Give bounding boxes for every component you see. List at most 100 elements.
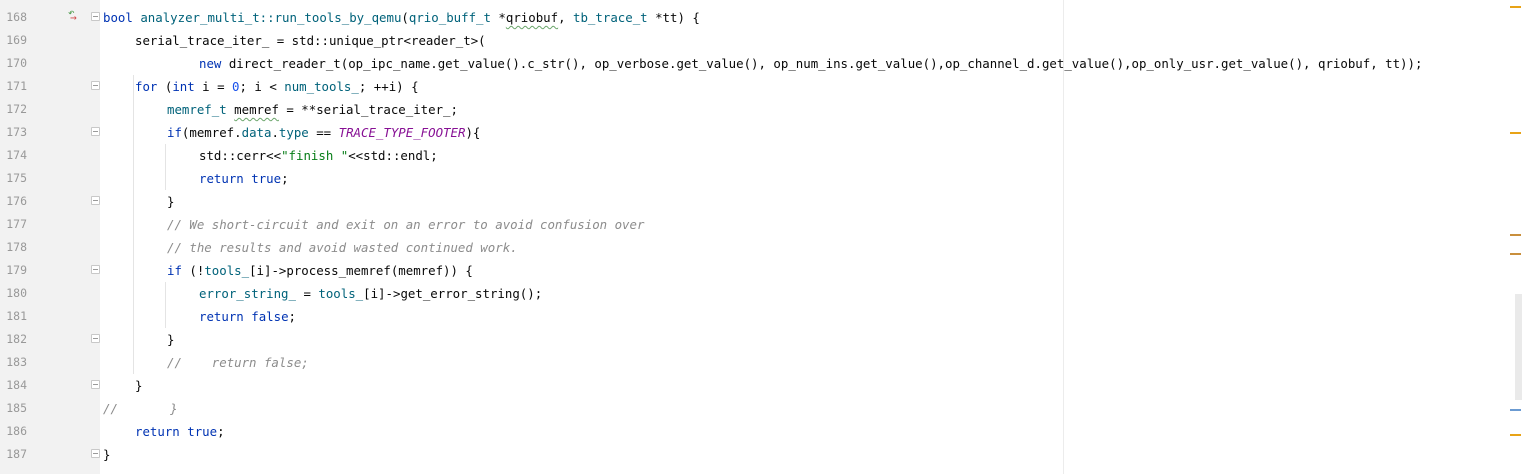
- indent-guide: [165, 144, 166, 190]
- line-number: 170: [6, 56, 27, 70]
- code-text: }: [135, 374, 142, 397]
- code-text: // the results and avoid wasted continue…: [167, 236, 518, 259]
- code-token: type: [278, 125, 309, 140]
- code-editor[interactable]: 168 ↶ → bool analyzer_multi_t::run_tools_by…: [0, 0, 1522, 474]
- line-number: 168: [6, 10, 27, 24]
- fold-toggle-icon[interactable]: [91, 127, 100, 136]
- code-line[interactable]: 172 memref_t memref = **serial_trace_iter…: [0, 98, 1522, 121]
- code-line[interactable]: 179 if (!tools_[i]->process_memref(memref…: [0, 259, 1522, 282]
- code-token: }: [135, 378, 143, 393]
- code-text: }: [167, 190, 174, 213]
- code-line[interactable]: 187}: [0, 443, 1522, 466]
- code-line[interactable]: 174 std::cerr<<"finish "<<std::endl;: [0, 144, 1522, 167]
- code-token: bool: [103, 10, 133, 25]
- code-token: ;: [281, 171, 289, 186]
- code-token: TRACE_TYPE_FOOTER: [338, 125, 466, 140]
- line-number: 186: [6, 424, 27, 438]
- line-number: 177: [6, 217, 27, 231]
- fold-toggle-icon[interactable]: [91, 334, 100, 343]
- code-text: error_string_ = tools_[i]->get_error_str…: [199, 282, 542, 305]
- code-token: for: [135, 79, 158, 94]
- code-line[interactable]: 185 // }: [0, 397, 1522, 420]
- line-number: 172: [6, 102, 27, 116]
- code-token: return: [135, 424, 180, 439]
- code-text: return false;: [199, 305, 296, 328]
- code-token: if: [167, 263, 182, 278]
- fold-toggle-icon[interactable]: [91, 81, 100, 90]
- code-token: data: [241, 125, 272, 140]
- fold-toggle-icon[interactable]: [91, 265, 100, 274]
- code-token: <<std::endl;: [348, 148, 438, 163]
- code-token: ){: [465, 125, 481, 140]
- code-line[interactable]: 186 return true;: [0, 420, 1522, 443]
- fold-toggle-icon[interactable]: [91, 12, 100, 21]
- code-text: return true;: [135, 420, 225, 443]
- code-token: = **serial_trace_iter_;: [278, 102, 458, 117]
- line-number: 178: [6, 240, 27, 254]
- code-line[interactable]: 183 // return false;: [0, 351, 1522, 374]
- code-token: (: [401, 10, 409, 25]
- code-token: tb_trace_t: [573, 10, 648, 25]
- code-token: // }: [103, 401, 178, 416]
- code-text: for (int i = 0; i < num_tools_; ++i) {: [135, 75, 419, 98]
- fold-toggle-icon[interactable]: [91, 196, 100, 205]
- code-token: new: [199, 56, 222, 71]
- code-token: memref_t: [167, 102, 227, 117]
- fold-toggle-icon[interactable]: [91, 380, 100, 389]
- scrollbar-marker[interactable]: [1510, 132, 1521, 134]
- line-number: 182: [6, 332, 27, 346]
- code-line[interactable]: 184}: [0, 374, 1522, 397]
- indent-guide: [165, 282, 166, 328]
- code-token: ;: [288, 309, 297, 324]
- code-line[interactable]: 170 new direct_reader_t(op_ipc_name.get_v…: [0, 52, 1522, 75]
- code-text: }: [103, 443, 110, 466]
- line-number: 180: [6, 286, 27, 300]
- code-line[interactable]: 181 return false;: [0, 305, 1522, 328]
- line-number: 185: [6, 401, 27, 415]
- scrollbar-thumb[interactable]: [1515, 294, 1522, 400]
- code-token: *: [490, 10, 506, 25]
- scrollbar-marker[interactable]: [1510, 409, 1521, 411]
- code-text: return true;: [199, 167, 289, 190]
- code-token: ==: [308, 125, 339, 140]
- code-line[interactable]: 168 ↶ → bool analyzer_multi_t::run_tools_by…: [0, 6, 1522, 29]
- code-token: qriobuf: [505, 10, 559, 25]
- code-line[interactable]: 182}: [0, 328, 1522, 351]
- code-token: i =: [194, 79, 233, 94]
- code-text: new direct_reader_t(op_ipc_name.get_valu…: [199, 52, 1422, 75]
- code-token: (!: [181, 263, 205, 278]
- code-token: // the results and avoid wasted continue…: [167, 240, 518, 255]
- code-token: // return false;: [167, 355, 309, 370]
- line-number: 171: [6, 79, 27, 93]
- code-line[interactable]: 169 serial_trace_iter_ = std::unique_ptr<…: [0, 29, 1522, 52]
- line-number: 169: [6, 33, 27, 47]
- code-line[interactable]: 176}: [0, 190, 1522, 213]
- line-number: 181: [6, 309, 27, 323]
- code-token: qrio_buff_t: [408, 10, 491, 25]
- code-line[interactable]: 177 // We short-circuit and exit on an er…: [0, 213, 1522, 236]
- code-line[interactable]: 171 for (int i = 0; i < num_tools_; ++i) …: [0, 75, 1522, 98]
- fold-toggle-icon[interactable]: [91, 449, 100, 458]
- code-text: // }: [103, 397, 178, 420]
- code-line[interactable]: 173 if(memref.data.type == TRACE_TYPE_FOO…: [0, 121, 1522, 144]
- scrollbar-marker[interactable]: [1510, 434, 1521, 436]
- code-text: if(memref.data.type == TRACE_TYPE_FOOTER…: [167, 121, 480, 144]
- code-token: "finish ": [281, 148, 349, 163]
- code-token: ; i <: [239, 79, 285, 94]
- change-arrows-icon[interactable]: ↶ →: [68, 7, 82, 24]
- code-line[interactable]: 180 error_string_ = tools_[i]->get_error_…: [0, 282, 1522, 305]
- scrollbar-marker[interactable]: [1510, 234, 1521, 236]
- code-token: std::cerr<<: [199, 148, 282, 163]
- code-line[interactable]: 175 return true;: [0, 167, 1522, 190]
- scrollbar-marker[interactable]: [1510, 6, 1521, 8]
- code-token: tools_: [318, 286, 364, 301]
- scrollbar-marker[interactable]: [1510, 253, 1521, 255]
- code-text: memref_t memref = **serial_trace_iter_;: [167, 98, 458, 121]
- line-number: 175: [6, 171, 27, 185]
- line-number: 183: [6, 355, 27, 369]
- code-line[interactable]: 178 // the results and avoid wasted conti…: [0, 236, 1522, 259]
- code-token: return: [199, 171, 244, 186]
- code-token: (memref.: [181, 125, 242, 140]
- line-number: 176: [6, 194, 27, 208]
- code-token: return: [199, 309, 244, 324]
